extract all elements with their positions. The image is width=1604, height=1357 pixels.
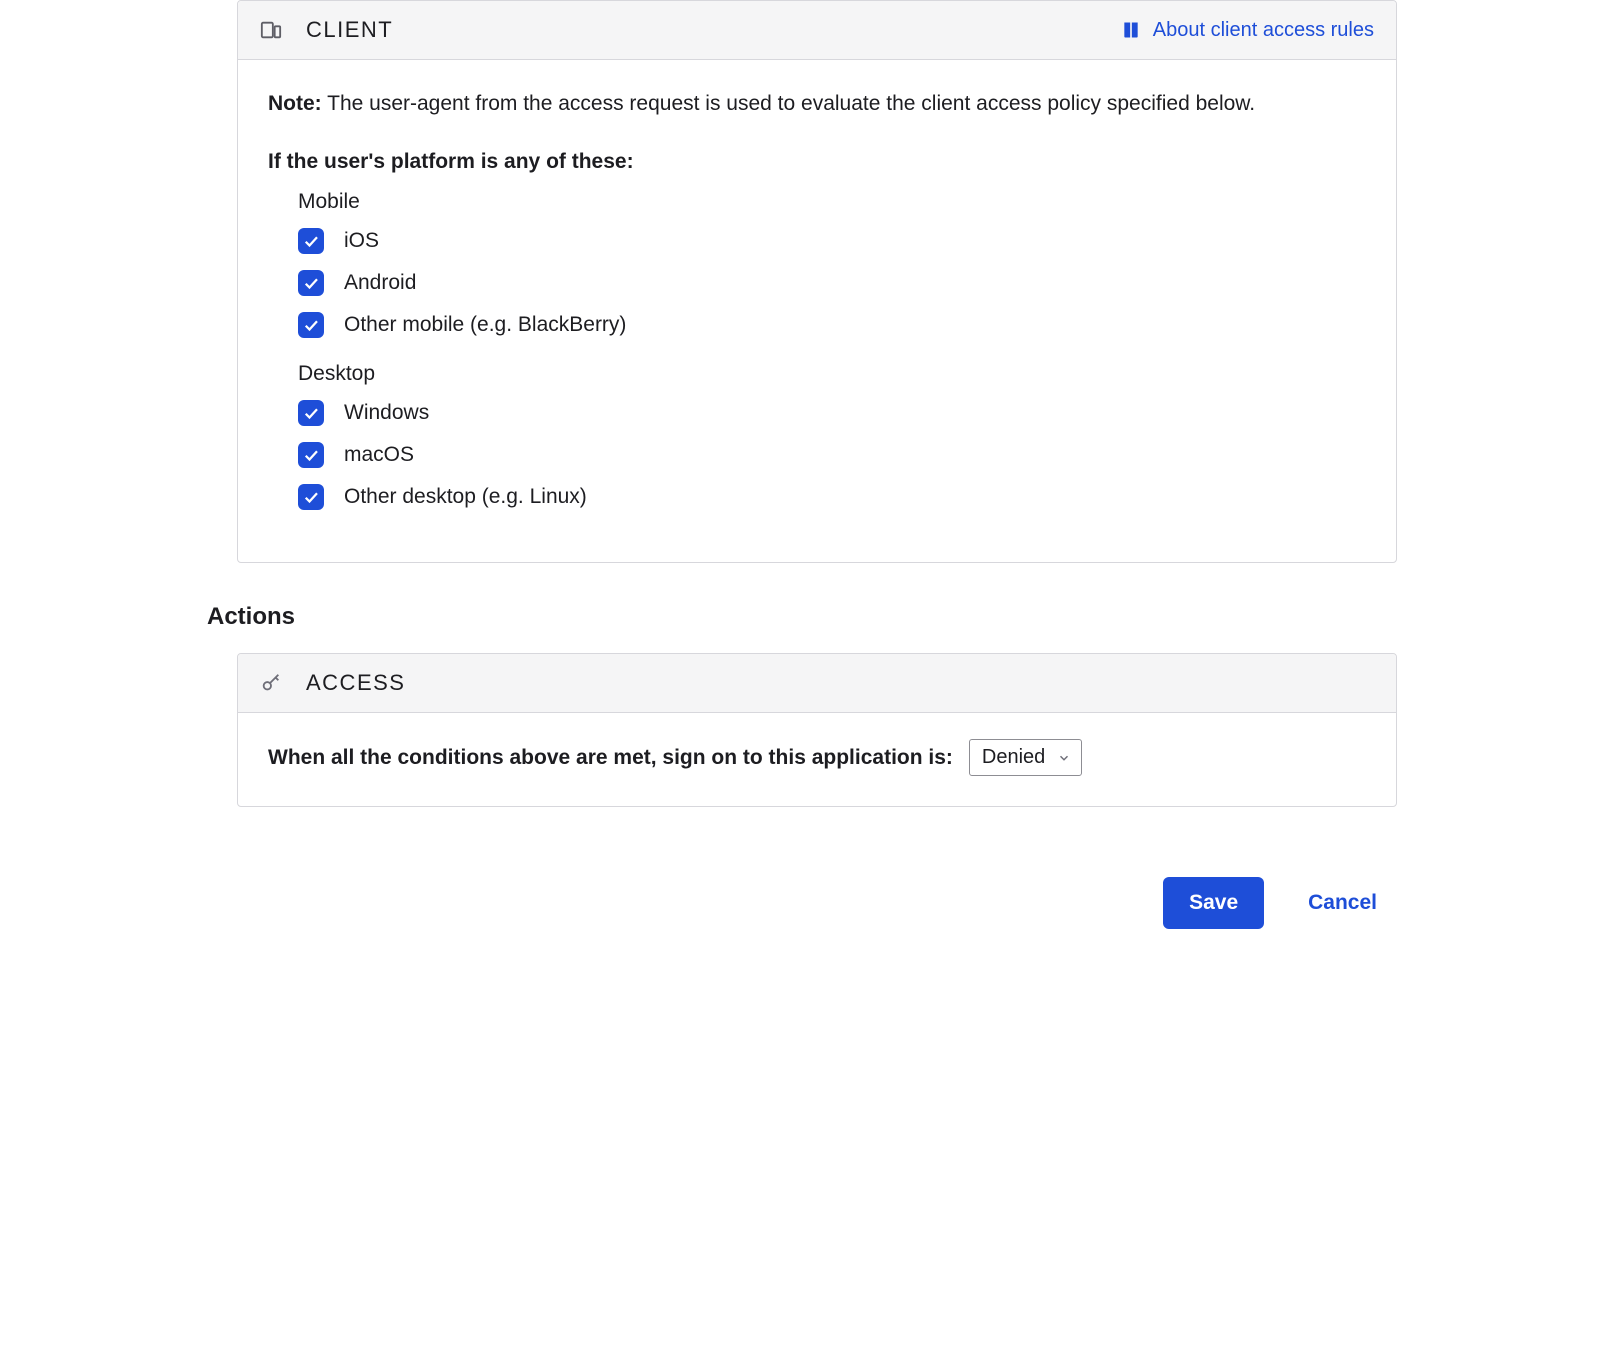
check-icon	[302, 488, 320, 506]
save-button[interactable]: Save	[1163, 877, 1264, 929]
checkbox-ios[interactable]: iOS	[298, 228, 1366, 254]
access-action-select[interactable]: Denied	[969, 739, 1082, 776]
check-icon	[302, 446, 320, 464]
access-panel-title: ACCESS	[306, 670, 405, 696]
checkbox-windows-box	[298, 400, 324, 426]
checkbox-ios-label: iOS	[344, 229, 379, 253]
checkbox-other-desktop-label: Other desktop (e.g. Linux)	[344, 485, 587, 509]
client-note: Note: The user-agent from the access req…	[268, 92, 1366, 116]
checkbox-other-mobile-box	[298, 312, 324, 338]
access-condition-label: When all the conditions above are met, s…	[268, 746, 953, 770]
check-icon	[302, 232, 320, 250]
book-icon	[1121, 20, 1141, 40]
note-text: The user-agent from the access request i…	[322, 92, 1255, 115]
checkbox-windows-label: Windows	[344, 401, 429, 425]
cancel-button[interactable]: Cancel	[1308, 891, 1377, 915]
check-icon	[302, 404, 320, 422]
checkbox-android-box	[298, 270, 324, 296]
checkbox-other-desktop-box	[298, 484, 324, 510]
checkbox-ios-box	[298, 228, 324, 254]
access-panel-header: ACCESS	[238, 654, 1396, 713]
checkbox-windows[interactable]: Windows	[298, 400, 1366, 426]
access-panel: ACCESS When all the conditions above are…	[237, 653, 1397, 807]
actions-section-title: Actions	[207, 603, 1397, 631]
mobile-group-heading: Mobile	[298, 190, 1366, 214]
checkbox-macos-box	[298, 442, 324, 468]
access-action-selected: Denied	[982, 746, 1045, 769]
client-panel-title: CLIENT	[306, 17, 393, 43]
about-client-rules-link[interactable]: About client access rules	[1121, 19, 1374, 42]
client-panel-body: Note: The user-agent from the access req…	[238, 60, 1396, 562]
checkbox-android-label: Android	[344, 271, 416, 295]
check-icon	[302, 274, 320, 292]
checkbox-android[interactable]: Android	[298, 270, 1366, 296]
about-client-rules-link-text: About client access rules	[1153, 19, 1374, 42]
note-label: Note:	[268, 92, 322, 115]
chevron-down-icon	[1057, 751, 1071, 765]
checkbox-other-mobile[interactable]: Other mobile (e.g. BlackBerry)	[298, 312, 1366, 338]
devices-icon	[260, 19, 282, 41]
desktop-group-heading: Desktop	[298, 362, 1366, 386]
form-button-row: Save Cancel	[207, 877, 1397, 929]
client-panel-header: CLIENT About client access rules	[238, 1, 1396, 60]
checkbox-macos-label: macOS	[344, 443, 414, 467]
key-icon	[260, 672, 282, 694]
access-panel-body: When all the conditions above are met, s…	[238, 713, 1396, 806]
checkbox-other-mobile-label: Other mobile (e.g. BlackBerry)	[344, 313, 626, 337]
platform-condition-label: If the user's platform is any of these:	[268, 150, 1366, 174]
checkbox-macos[interactable]: macOS	[298, 442, 1366, 468]
checkbox-other-desktop[interactable]: Other desktop (e.g. Linux)	[298, 484, 1366, 510]
client-panel: CLIENT About client access rules Note: T…	[237, 0, 1397, 563]
check-icon	[302, 316, 320, 334]
